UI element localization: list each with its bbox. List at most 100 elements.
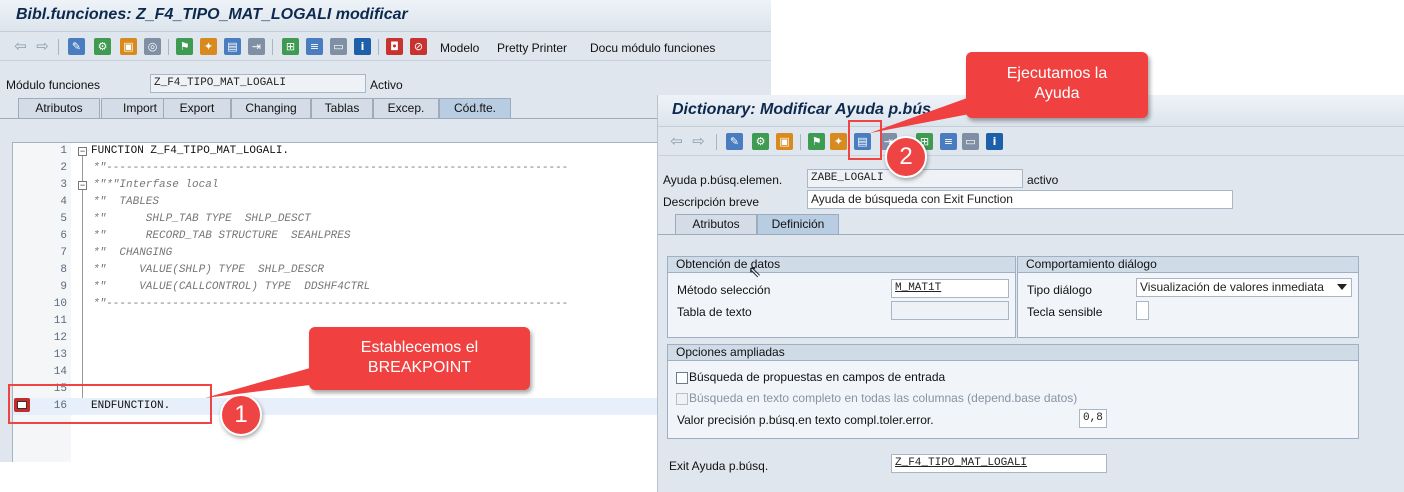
group-title: Obtención de datos — [668, 257, 1015, 273]
toolbar-separator — [800, 134, 801, 150]
callout-pointer — [205, 368, 310, 398]
line-number: 14 — [53, 366, 67, 378]
code-text: *" VALUE(CALLCONTROL) TYPE DDSHF4CTRL — [93, 281, 371, 293]
toolbar-separator — [716, 134, 717, 150]
line-number: 10 — [53, 298, 67, 310]
display-change-icon[interactable]: ✎ — [726, 133, 743, 150]
line-number: 3 — [60, 179, 67, 191]
desc-field[interactable]: Ayuda de búsqueda con Exit Function — [807, 190, 1233, 209]
line-number: 6 — [60, 230, 67, 242]
back-arrow-icon[interactable]: ⇦ — [668, 133, 685, 150]
hierarchy-icon[interactable]: ≡ — [306, 38, 323, 55]
docu-modulo-button[interactable]: Docu módulo funciones — [590, 41, 715, 55]
tecla-label: Tecla sensible — [1027, 305, 1103, 319]
tab-tablas[interactable]: Tablas — [311, 98, 373, 118]
module-field: Z_F4_TIPO_MAT_LOGALI — [150, 74, 366, 93]
texto-completo-checkbox — [676, 393, 688, 405]
tab-changing[interactable]: Changing — [231, 98, 311, 118]
info-icon[interactable]: i — [986, 133, 1003, 150]
code-text: *" TABLES — [93, 196, 160, 208]
forward-arrow-icon[interactable]: ⇨ — [690, 133, 707, 150]
propuestas-label: Búsqueda de propuestas en campos de entr… — [689, 370, 946, 384]
code-text: *"--------------------------------------… — [93, 298, 569, 310]
pretty-printer-button[interactable]: Pretty Printer — [497, 41, 567, 55]
toolbar-separator — [58, 39, 59, 55]
status-label: Activo — [370, 78, 403, 92]
code-text: *" SHLP_TAB TYPE SHLP_DESCT — [93, 213, 311, 225]
session-breakpoint-icon[interactable]: ⊘ — [410, 38, 427, 55]
line-number: 11 — [53, 315, 67, 327]
navigation-icon[interactable]: ⇥ — [248, 38, 265, 55]
code-text: *"*"Interfase local — [93, 179, 219, 191]
dictionary-window: Dictionary: Modificar Ayuda p.bús ⇦ ⇨ ✎ … — [657, 95, 1404, 492]
code-text: *" VALUE(SHLP) TYPE SHLP_DESCR — [93, 264, 325, 276]
select-value: Visualización de valores inmediata — [1140, 280, 1324, 294]
line-number: 13 — [53, 349, 67, 361]
tab-cod-fte[interactable]: Cód.fte. — [439, 98, 511, 118]
line-number: 7 — [60, 247, 67, 259]
valor-precision-field[interactable]: 0,8 — [1079, 409, 1107, 428]
module-label: Módulo funciones — [6, 78, 101, 92]
metodo-field[interactable]: M_MAT1T — [891, 279, 1009, 298]
object-list-icon[interactable]: ⊞ — [282, 38, 299, 55]
step-badge-1: 1 — [220, 394, 262, 436]
desc-label: Descripción breve — [663, 195, 760, 209]
toolbar-separator — [168, 39, 169, 55]
tab-atributos[interactable]: Atributos — [18, 98, 100, 118]
where-used-icon[interactable]: ✦ — [200, 38, 217, 55]
forward-arrow-icon[interactable]: ⇨ — [34, 38, 51, 55]
group-title: Comportamiento diálogo — [1018, 257, 1358, 273]
exit-field[interactable]: Z_F4_TIPO_MAT_LOGALI — [891, 454, 1107, 473]
comportamiento-group: Comportamiento diálogo Tipo diálogo Visu… — [1017, 256, 1359, 338]
mouse-cursor-icon: ⇖ — [748, 264, 762, 281]
exit-label: Exit Ayuda p.búsq. — [669, 459, 769, 473]
activate-icon[interactable]: ⚑ — [176, 38, 193, 55]
check-icon[interactable]: ◎ — [144, 38, 161, 55]
code-text: *" RECORD_TAB STRUCTURE SEAHLPRES — [93, 230, 351, 242]
line-number: 8 — [60, 264, 67, 276]
line-number: 2 — [60, 162, 67, 174]
opciones-group: Opciones ampliadas Búsqueda de propuesta… — [667, 344, 1359, 439]
tab-excep[interactable]: Excep. — [373, 98, 439, 118]
test-execute-icon[interactable]: ▤ — [224, 38, 241, 55]
other-object-icon[interactable]: ▣ — [776, 133, 793, 150]
active-inactive-icon[interactable]: ⚙ — [752, 133, 769, 150]
line-number: 9 — [60, 281, 67, 293]
metodo-label: Método selección — [677, 283, 771, 297]
callout-text: Establecemos el — [360, 339, 479, 356]
breakpoint-highlight — [8, 384, 212, 424]
help-status: activo — [1027, 173, 1059, 187]
tab-export[interactable]: Export — [163, 98, 231, 118]
code-text: *" CHANGING — [93, 247, 173, 259]
active-inactive-icon[interactable]: ⚙ — [94, 38, 111, 55]
other-object-icon[interactable]: ▣ — [120, 38, 137, 55]
tab-strip: Atributos Import Export Changing Tablas … — [18, 98, 518, 118]
callout-pointer — [870, 97, 975, 133]
window-title: Bibl.funciones: Z_F4_TIPO_MAT_LOGALI mod… — [16, 6, 408, 23]
code-text: *"--------------------------------------… — [93, 162, 569, 174]
activate-icon[interactable]: ⚑ — [808, 133, 825, 150]
callout-text: Ayuda — [1034, 85, 1080, 102]
execute-callout: Ejecutamos la Ayuda — [966, 52, 1148, 118]
info-icon[interactable]: i — [354, 38, 371, 55]
display-change-icon[interactable]: ✎ — [68, 38, 85, 55]
valor-precision-label: Valor precisión p.búsq.en texto compl.to… — [677, 413, 934, 427]
breakpoint-icon[interactable]: ◘ — [386, 38, 403, 55]
fullscreen-icon[interactable]: ▭ — [330, 38, 347, 55]
tab-atributos[interactable]: Atributos — [675, 214, 757, 234]
back-arrow-icon[interactable]: ⇦ — [12, 38, 29, 55]
modelo-button[interactable]: Modelo — [440, 41, 479, 55]
code-text: FUNCTION Z_F4_TIPO_MAT_LOGALI. — [91, 145, 290, 157]
tab-definicion[interactable]: Definición — [757, 214, 839, 234]
line-number: 5 — [60, 213, 67, 225]
propuestas-checkbox[interactable] — [676, 372, 688, 384]
tipo-dialogo-select[interactable]: Visualización de valores inmediata — [1136, 278, 1352, 297]
tipo-label: Tipo diálogo — [1027, 283, 1092, 297]
where-used-icon[interactable]: ✦ — [830, 133, 847, 150]
breakpoint-callout: Establecemos el BREAKPOINT — [309, 327, 530, 390]
line-number: 1 — [60, 145, 67, 157]
tabla-label: Tabla de texto — [677, 305, 752, 319]
help-label: Ayuda p.búsq.elemen. — [663, 173, 783, 187]
tecla-field[interactable] — [1136, 301, 1149, 320]
fold-toggle[interactable]: − — [78, 147, 87, 156]
